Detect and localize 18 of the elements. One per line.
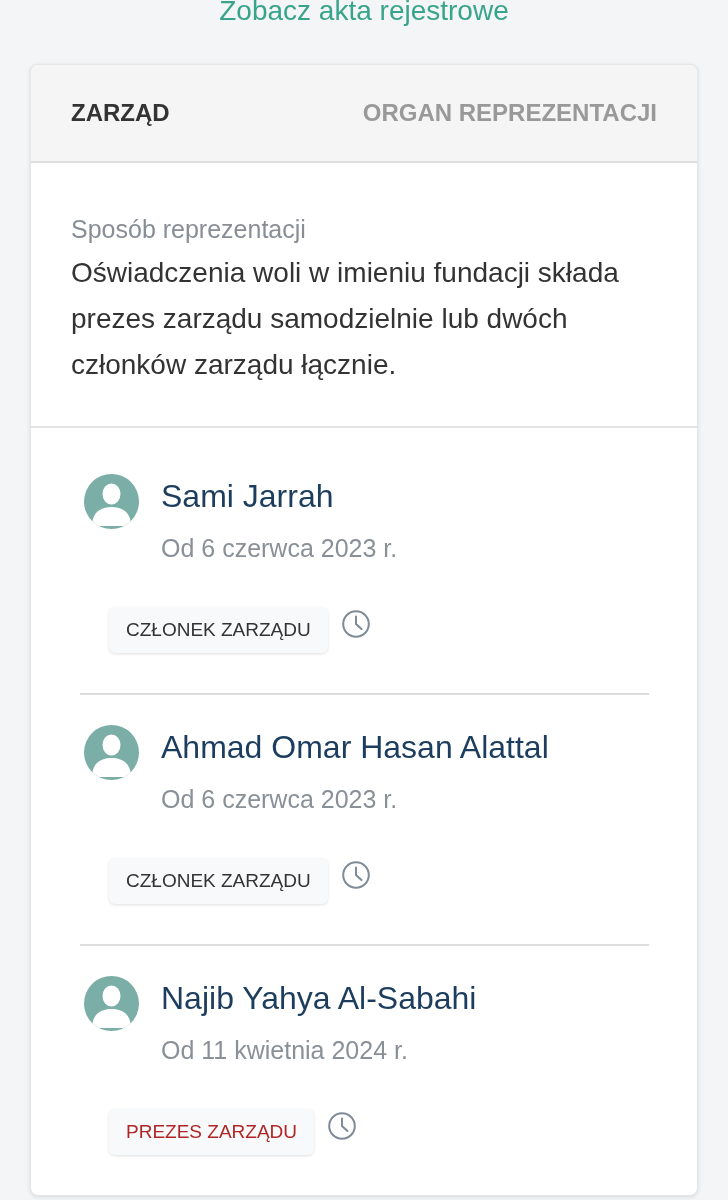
representation-label: Sposób reprezentacji: [71, 214, 307, 244]
clock-icon[interactable]: [328, 1112, 357, 1140]
role-tag: CZŁONEK ZARZĄDU: [109, 858, 328, 904]
member-name[interactable]: Sami Jarrah: [161, 477, 398, 515]
avatar-icon: [84, 976, 139, 1031]
role-tag: PREZES ZARZĄDU: [109, 1109, 315, 1155]
representation-text: Oświadczenia woli w imieniu fundacji składa prezes zarządu samodzielnie lub dwóch członków zarządu łącznie.: [71, 256, 620, 382]
member-since-date: Od 11 kwietnia 2024 r.: [161, 1035, 409, 1065]
member-since-date: Od 6 czerwca 2023 r.: [161, 533, 398, 563]
role-tag: CZŁONEK ZARZĄDU: [109, 607, 328, 653]
member-since-date: Od 6 czerwca 2023 r.: [161, 784, 399, 814]
member-name[interactable]: Najib Yahya Al-Sabahi: [161, 979, 477, 1017]
clock-icon[interactable]: [341, 610, 370, 638]
clock-icon[interactable]: [341, 861, 370, 889]
avatar-icon: [84, 725, 139, 780]
member-name[interactable]: Ahmad Omar Hasan Alattal: [161, 728, 549, 766]
tab[interactable]: ZARZĄD: [71, 91, 170, 135]
avatar-icon: [84, 474, 139, 529]
